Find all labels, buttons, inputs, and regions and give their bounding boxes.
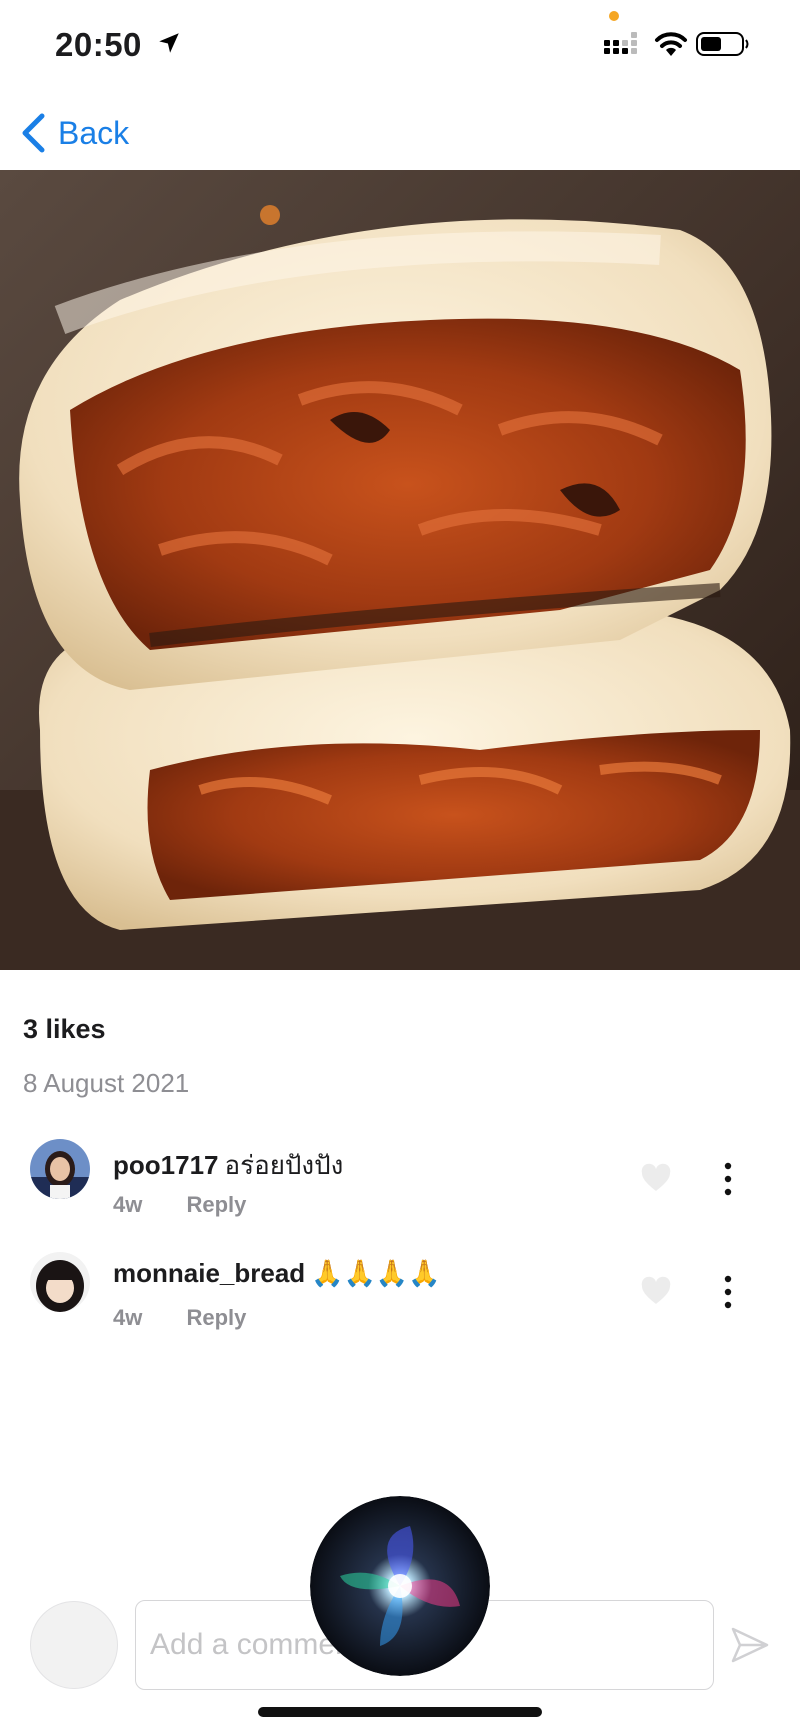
home-indicator[interactable]: [258, 1707, 542, 1717]
battery-icon: [696, 32, 749, 56]
location-arrow-icon: [159, 33, 179, 53]
heart-icon[interactable]: [640, 1276, 672, 1306]
comment-item: monnaie_bread 🙏🙏🙏🙏 4w Reply: [0, 1250, 800, 1350]
comment-text: 🙏🙏🙏🙏: [311, 1258, 441, 1288]
camera-in-use-dot: [609, 11, 619, 21]
siri-orb-icon[interactable]: [310, 1496, 490, 1676]
comment-time: 4w: [113, 1305, 143, 1330]
reply-button[interactable]: Reply: [186, 1305, 246, 1330]
composer-avatar: [30, 1601, 118, 1689]
comment-username[interactable]: monnaie_bread: [113, 1258, 305, 1288]
status-bar: 20:50: [0, 0, 800, 90]
avatar[interactable]: [30, 1139, 90, 1199]
comment-meta: 4w Reply: [113, 1192, 246, 1218]
back-label: Back: [58, 114, 130, 151]
likes-count[interactable]: 3 likes: [23, 1014, 106, 1045]
send-icon[interactable]: [730, 1626, 770, 1664]
reply-button[interactable]: Reply: [186, 1192, 246, 1217]
heart-icon[interactable]: [640, 1163, 672, 1193]
more-options-icon[interactable]: [718, 1161, 738, 1197]
comment-item: poo1717 อร่อยปังปัง 4w Reply: [0, 1137, 800, 1237]
more-options-icon[interactable]: [718, 1274, 738, 1310]
nav-bar: Back: [0, 90, 800, 170]
comment-line: monnaie_bread 🙏🙏🙏🙏: [113, 1258, 441, 1289]
back-button[interactable]: Back: [20, 110, 129, 156]
chevron-left-icon: [22, 113, 45, 153]
comment-text: อร่อยปังปัง: [224, 1150, 344, 1180]
avatar[interactable]: [30, 1252, 90, 1312]
comment-meta: 4w Reply: [113, 1305, 246, 1331]
comment-username[interactable]: poo1717: [113, 1150, 219, 1180]
post-date: 8 August 2021: [23, 1068, 190, 1098]
comment-time: 4w: [113, 1192, 143, 1217]
comment-line: poo1717 อร่อยปังปัง: [113, 1145, 343, 1186]
post-photo[interactable]: [0, 170, 800, 970]
wifi-icon: [655, 32, 687, 56]
signal-icon: [604, 32, 637, 54]
status-time: 20:50: [55, 26, 142, 63]
pastry-illustration: [0, 170, 800, 970]
